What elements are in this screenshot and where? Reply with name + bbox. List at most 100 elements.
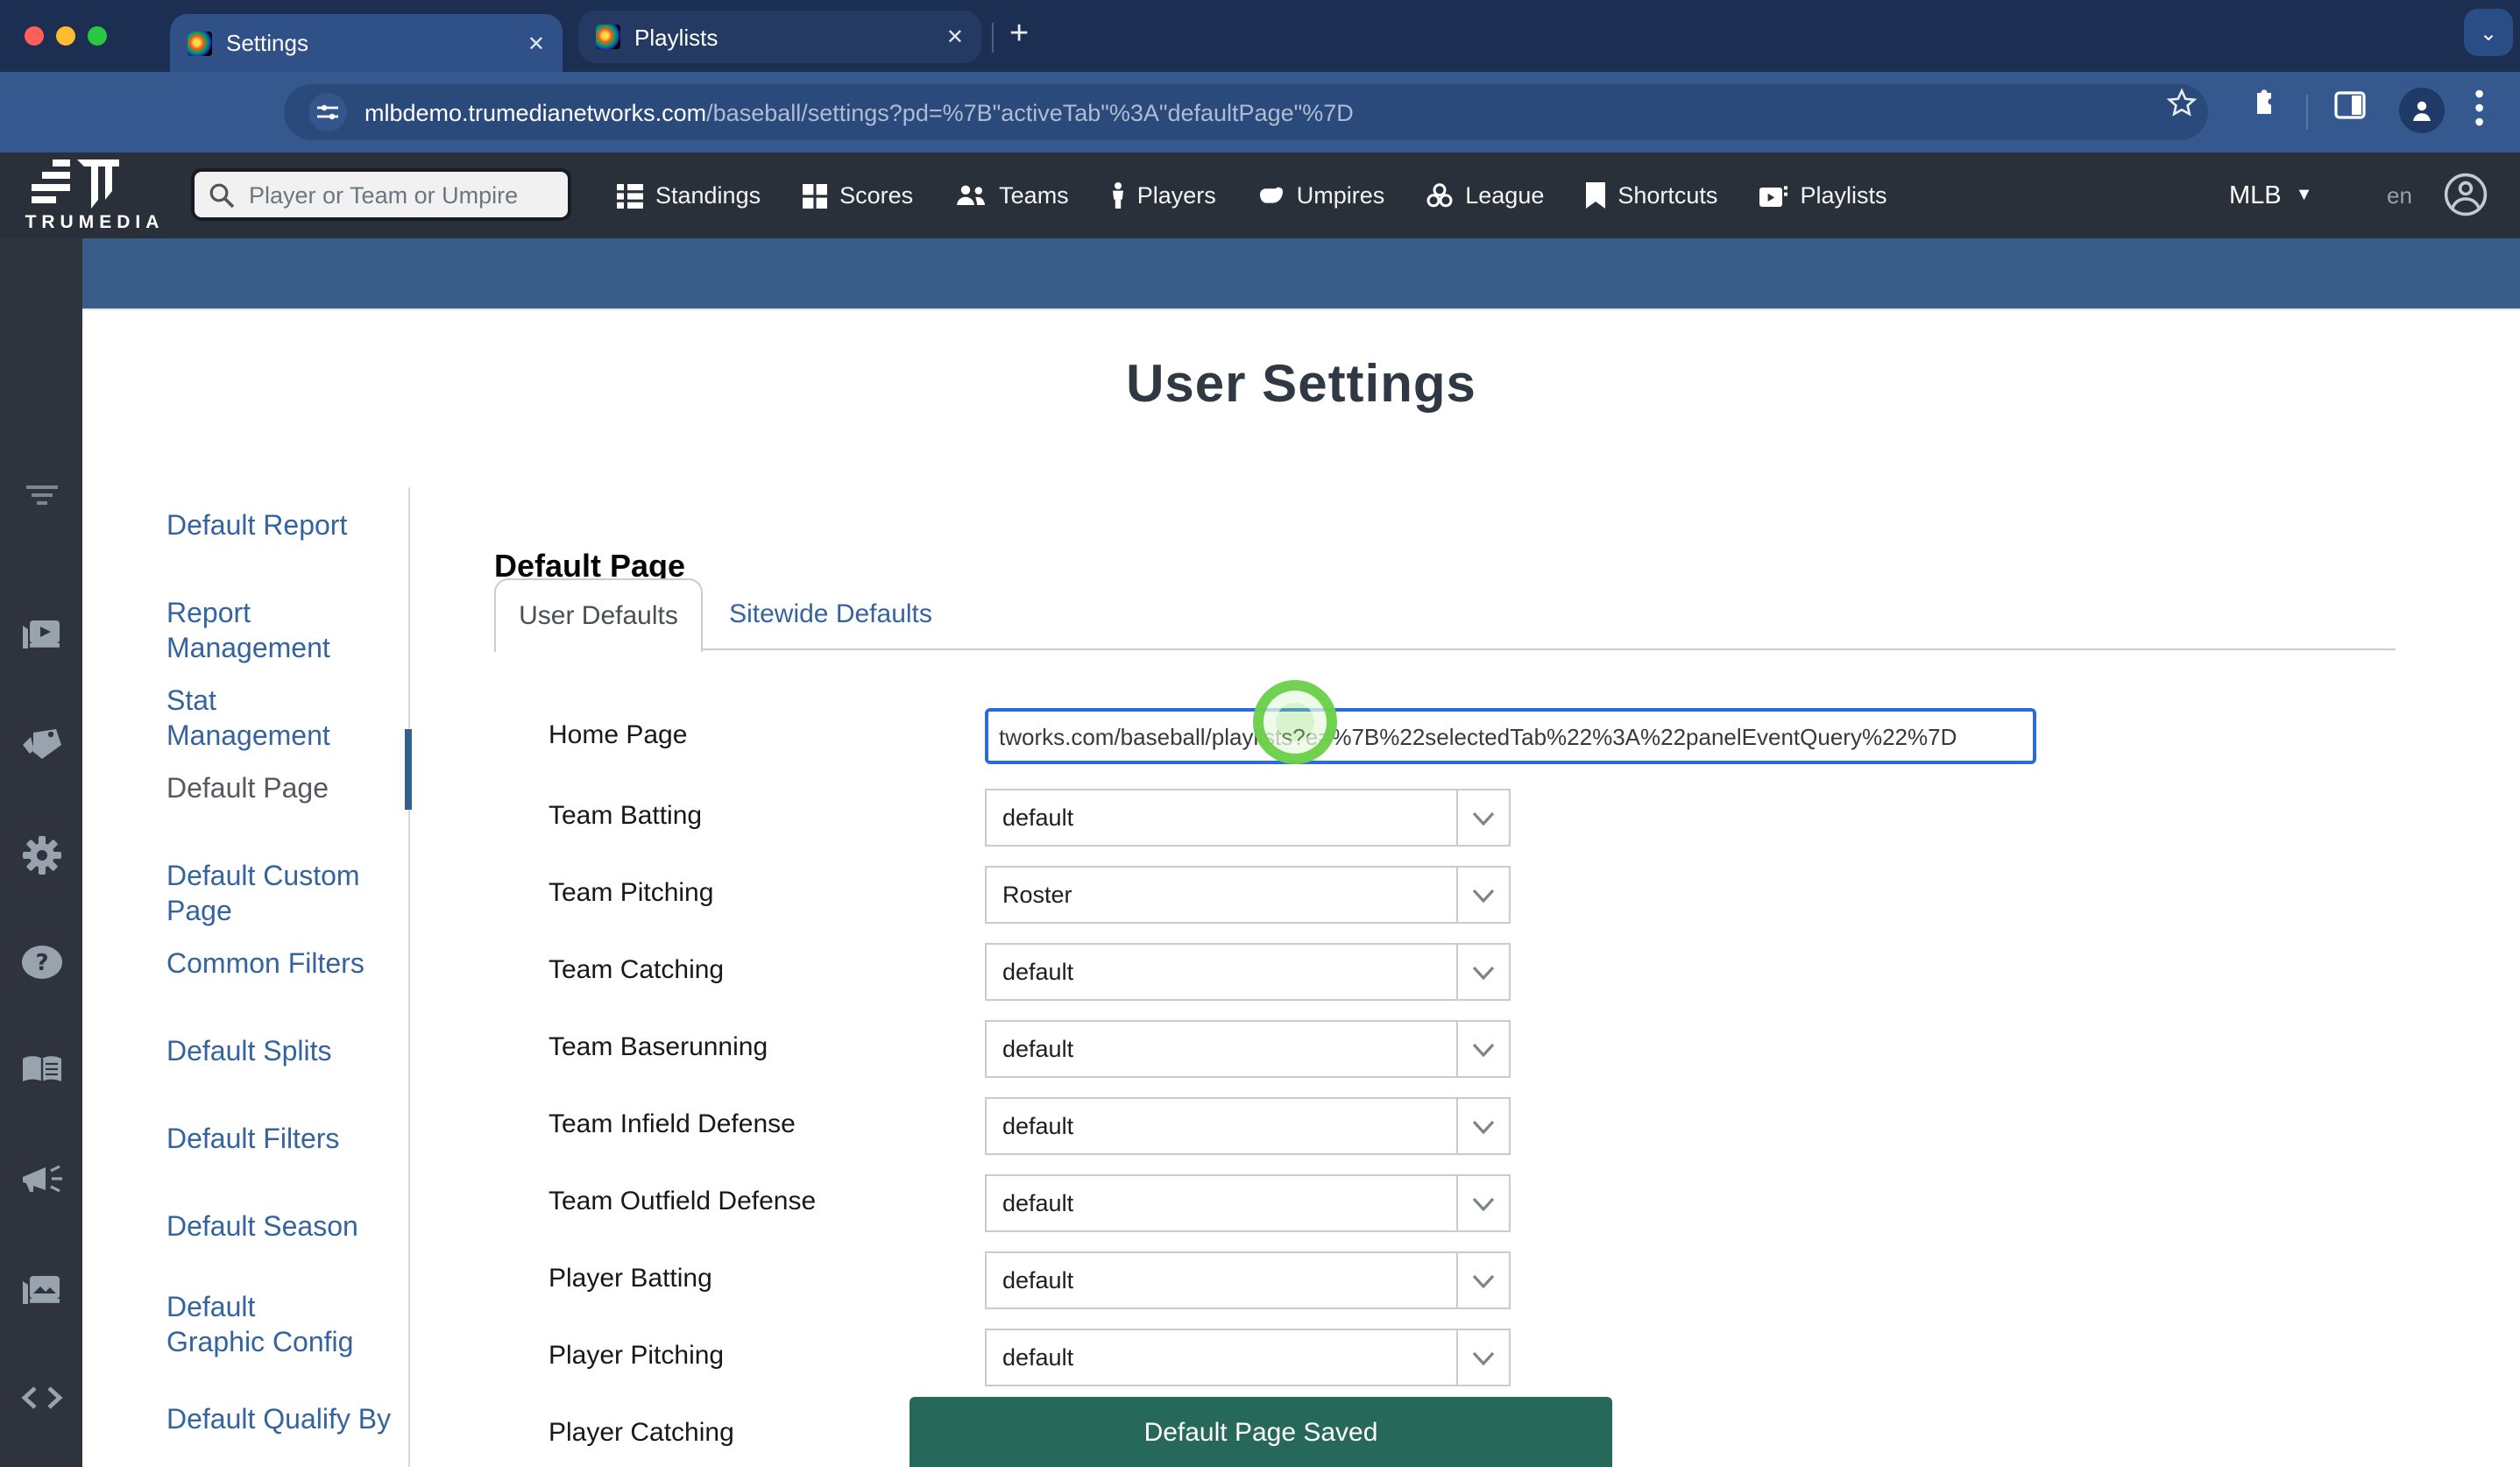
gear-icon[interactable]	[0, 836, 82, 875]
kebab-menu-icon[interactable]: •••	[2474, 89, 2484, 131]
tab-title: Settings	[226, 30, 513, 56]
site-favicon	[188, 31, 212, 55]
search-input[interactable]	[245, 180, 554, 209]
nav-label: Players	[1137, 182, 1216, 209]
menu-item-default-splits[interactable]: Default Splits	[166, 1036, 373, 1071]
code-icon[interactable]	[0, 1386, 82, 1409]
global-search[interactable]	[191, 168, 571, 221]
menu-item-default-filters[interactable]: Default Filters	[166, 1123, 373, 1159]
svg-text:?: ?	[34, 950, 47, 976]
nav-label: League	[1465, 182, 1544, 209]
menu-item-report-management[interactable]: Report Management	[166, 598, 373, 668]
page-header-band	[82, 238, 2520, 308]
row-label: Team Catching	[549, 955, 724, 985]
chevron-down-icon	[1458, 1099, 1509, 1153]
nav-item-players[interactable]: Players	[1111, 182, 1216, 209]
nav-label: Scores	[839, 182, 913, 209]
menu-item-common-filters[interactable]: Common Filters	[166, 948, 373, 983]
league-selector[interactable]: MLB ▼	[2229, 152, 2312, 238]
browser-window: Settings ✕ Playlists ✕ + ⌄ ← → ⟳ mlbdemo…	[0, 0, 2520, 1467]
tab-close-icon[interactable]: ✕	[527, 31, 545, 55]
media-gallery-icon[interactable]	[0, 1274, 82, 1308]
row-label: Team Baserunning	[549, 1032, 768, 1062]
menu-item-default-page[interactable]: Default Page	[166, 773, 373, 808]
browser-tab-playlists[interactable]: Playlists ✕	[578, 11, 981, 63]
nav-items: Standings Scores Teams Players Umpires L…	[617, 152, 1886, 238]
toolbar-divider	[2306, 95, 2308, 130]
user-account-icon[interactable]	[2443, 172, 2488, 226]
tab-close-icon[interactable]: ✕	[946, 25, 964, 49]
menu-item-default-graphic-config[interactable]: Default Graphic Config	[166, 1292, 359, 1362]
nav-item-shortcuts[interactable]: Shortcuts	[1586, 182, 1717, 209]
extensions-icon[interactable]	[2247, 88, 2278, 128]
filter-icon[interactable]	[0, 484, 82, 505]
active-menu-indicator	[405, 729, 412, 810]
nav-label: Teams	[999, 182, 1069, 209]
home-page-input[interactable]	[985, 708, 2036, 764]
url-bar[interactable]: mlbdemo.trumedianetworks.com/baseball/se…	[284, 84, 2208, 140]
trumedia-brand-text[interactable]: TRUMEDIA	[11, 212, 179, 233]
site-settings-tune-icon[interactable]	[308, 93, 347, 131]
select-value: default	[987, 1176, 1458, 1230]
row-label: Player Pitching	[549, 1341, 724, 1371]
row-label: Player Catching	[549, 1418, 734, 1448]
window-minimize-button[interactable]	[56, 26, 75, 46]
chevron-down-icon	[1458, 1330, 1509, 1385]
nav-item-league[interactable]: League	[1426, 182, 1544, 209]
menu-item-default-qualify-by[interactable]: Default Qualify By	[166, 1404, 403, 1439]
locale-label[interactable]: en	[2387, 152, 2412, 238]
profile-avatar[interactable]	[2399, 88, 2445, 133]
tab-sitewide-defaults[interactable]: Sitewide Defaults	[699, 578, 962, 648]
league-label: MLB	[2229, 181, 2282, 209]
chevron-down-icon	[1458, 790, 1509, 845]
page-title: User Settings	[82, 356, 2520, 415]
menu-item-default-report[interactable]: Default Report	[166, 510, 373, 545]
new-tab-button[interactable]: +	[1009, 16, 1029, 54]
home-plate-icon[interactable]	[0, 729, 82, 759]
tab-user-defaults[interactable]: User Defaults	[494, 578, 703, 652]
row-label: Team Outfield Defense	[549, 1187, 816, 1216]
nav-item-playlists[interactable]: Playlists	[1759, 182, 1886, 209]
team-pitching-select[interactable]: Roster	[985, 866, 1511, 924]
window-zoom-button[interactable]	[88, 26, 107, 46]
team-infield-defense-select[interactable]: default	[985, 1097, 1511, 1155]
menu-item-default-custom-page[interactable]: Default Custom Page	[166, 861, 373, 931]
nav-item-teams[interactable]: Teams	[955, 182, 1069, 209]
chevron-down-icon: ▼	[2296, 186, 2313, 205]
video-library-icon[interactable]	[0, 619, 82, 652]
site-favicon	[596, 25, 620, 49]
team-batting-select[interactable]: default	[985, 789, 1511, 847]
team-outfield-defense-select[interactable]: default	[985, 1174, 1511, 1232]
nav-item-umpires[interactable]: Umpires	[1258, 182, 1385, 209]
chevron-down-icon	[1458, 945, 1509, 999]
player-batting-select[interactable]: default	[985, 1251, 1511, 1309]
tab-search-chevron-icon[interactable]: ⌄	[2464, 9, 2513, 56]
browser-tab-settings[interactable]: Settings ✕	[170, 14, 563, 72]
team-catching-select[interactable]: default	[985, 943, 1511, 1001]
bookmark-star-icon[interactable]	[2166, 88, 2198, 128]
chevron-down-icon	[1458, 1253, 1509, 1308]
standings-icon	[617, 183, 643, 208]
select-value: default	[987, 1099, 1458, 1153]
glossary-book-icon[interactable]	[0, 1055, 82, 1085]
trumedia-logo-icon[interactable]	[28, 159, 133, 217]
side-panel-icon[interactable]	[2334, 91, 2366, 128]
menu-item-default-season[interactable]: Default Season	[166, 1211, 373, 1246]
nav-label: Standings	[655, 182, 761, 209]
megaphone-icon[interactable]	[0, 1164, 82, 1194]
shortcuts-icon	[1586, 182, 1605, 209]
nav-label: Shortcuts	[1617, 182, 1717, 209]
row-label: Player Batting	[549, 1264, 712, 1293]
team-baserunning-select[interactable]: default	[985, 1020, 1511, 1078]
window-close-button[interactable]	[25, 26, 44, 46]
nav-item-standings[interactable]: Standings	[617, 182, 761, 209]
nav-item-scores[interactable]: Scores	[803, 182, 913, 209]
chevron-down-icon	[1458, 1022, 1509, 1076]
click-indicator-ring	[1253, 680, 1337, 764]
url-host: mlbdemo.trumedianetworks.com	[365, 99, 706, 125]
toast-message: Default Page Saved	[1144, 1418, 1378, 1467]
player-pitching-select[interactable]: default	[985, 1329, 1511, 1386]
help-icon[interactable]: ?	[0, 945, 82, 980]
menu-item-stat-management[interactable]: Stat Management	[166, 685, 373, 755]
browser-tab-strip: Settings ✕ Playlists ✕ + ⌄	[0, 0, 2520, 72]
